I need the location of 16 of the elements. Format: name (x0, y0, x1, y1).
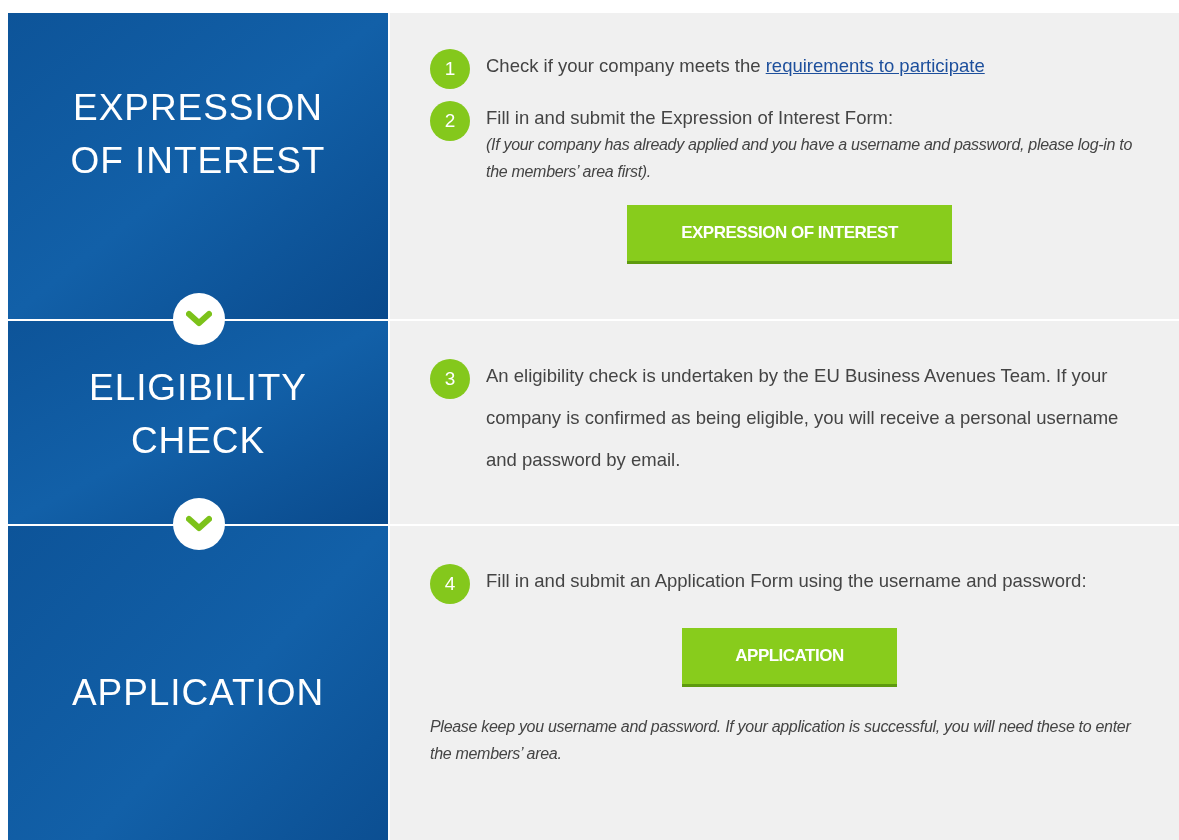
step-text: An eligibility check is undertaken by the EU Business Avenues Team. If your company is confirmed as being eligible, you will receive a personal username and password by email. (486, 364, 1120, 472)
step-note: (If your company has already applied and you have a username and password, please log-in to the members’ area first). (486, 135, 1133, 182)
step-number: 2 (430, 101, 470, 141)
footnote-text: Please keep you username and password. If your application is successful, you will need these to enter the members’ area. (430, 717, 1133, 764)
step-text: Fill in and submit the Expression of Interest Form: (486, 106, 895, 130)
step-number: 4 (430, 564, 470, 604)
section-title: EXPRESSION OF INTEREST (69, 86, 327, 183)
action-button[interactable]: EXPRESSION OF INTEREST (627, 205, 952, 264)
step-text: Fill in and submit an Application Form using the username and password: (486, 569, 1087, 593)
step-number: 3 (430, 359, 470, 399)
step-number: 1 (430, 49, 470, 89)
section-title: APPLICATION (70, 671, 326, 715)
step-text: Check if your company meets the requirements to participate (486, 54, 985, 78)
action-button[interactable]: APPLICATION (682, 628, 897, 687)
requirements-link[interactable]: requirements to participate (765, 55, 985, 76)
section-title: ELIGIBILITY CHECK (88, 366, 308, 463)
